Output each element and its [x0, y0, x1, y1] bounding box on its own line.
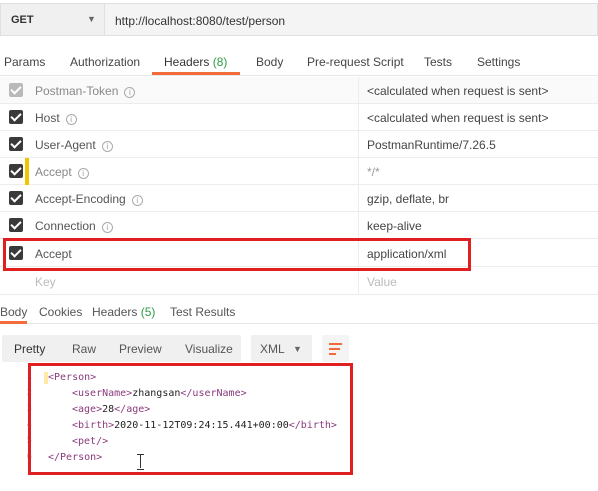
- request-tabs: Params Authorization Headers (8) Body Pr…: [0, 46, 598, 76]
- tab-response-cookies[interactable]: Cookies: [39, 305, 82, 319]
- info-icon: i: [101, 222, 113, 233]
- url-input[interactable]: http://localhost:8080/test/person: [104, 3, 598, 36]
- highlight-box: [3, 238, 471, 271]
- active-tab-indicator: [152, 72, 240, 75]
- header-row: Accept-Encoding i gzip, deflate, br: [0, 185, 598, 212]
- tab-authorization[interactable]: Authorization: [70, 55, 140, 69]
- active-tab-indicator: [0, 321, 27, 324]
- column-divider: [358, 77, 359, 104]
- wrap-lines-button[interactable]: [322, 335, 349, 362]
- tab-headers-label: Headers: [164, 55, 210, 69]
- header-key: Connection i: [35, 219, 113, 233]
- tab-tests[interactable]: Tests: [424, 55, 452, 69]
- info-icon: i: [77, 168, 89, 179]
- chevron-down-icon: ▼: [293, 344, 302, 354]
- view-pretty-button[interactable]: Pretty: [14, 342, 45, 356]
- tab-headers[interactable]: Headers (8): [164, 55, 227, 69]
- column-divider: [358, 185, 359, 212]
- header-row: User-Agent i PostmanRuntime/7.26.5: [0, 131, 598, 158]
- tab-test-results[interactable]: Test Results: [170, 305, 235, 319]
- column-divider: [358, 212, 359, 239]
- header-key-text: Accept: [35, 165, 72, 179]
- header-checkbox[interactable]: [9, 218, 23, 232]
- header-key-text: Connection: [35, 219, 96, 233]
- header-key: Postman-Token i: [35, 84, 136, 98]
- tab-settings[interactable]: Settings: [477, 55, 520, 69]
- info-icon: i: [124, 87, 136, 98]
- info-icon: i: [65, 114, 77, 125]
- header-value: PostmanRuntime/7.26.5: [367, 138, 496, 152]
- info-icon: i: [101, 141, 113, 152]
- tab-response-headers[interactable]: Headers (5): [92, 305, 155, 319]
- header-value-placeholder[interactable]: Value: [367, 275, 397, 289]
- tab-pre-request-script[interactable]: Pre-request Script: [307, 55, 404, 69]
- header-key-placeholder[interactable]: Key: [35, 275, 56, 289]
- header-value: */*: [367, 165, 380, 179]
- tab-headers-count: (8): [212, 55, 228, 69]
- override-indicator: [25, 158, 29, 185]
- highlight-box: [28, 363, 353, 475]
- header-checkbox[interactable]: [9, 110, 23, 124]
- header-row: Connection i keep-alive: [0, 212, 598, 239]
- column-divider: [358, 104, 359, 131]
- tab-response-headers-count: (5): [140, 305, 156, 319]
- response-view-bar: Pretty Raw Preview Visualize XML ▼: [0, 335, 598, 362]
- method-select[interactable]: GET ▼: [0, 3, 104, 36]
- header-value: gzip, deflate, br: [367, 192, 450, 206]
- header-checkbox[interactable]: [9, 83, 23, 97]
- view-preview-button[interactable]: Preview: [119, 342, 162, 356]
- header-checkbox[interactable]: [9, 164, 23, 178]
- header-key: User-Agent i: [35, 138, 113, 152]
- header-key: Accept-Encoding i: [35, 192, 143, 206]
- header-key-text: User-Agent: [35, 138, 96, 152]
- tab-response-body[interactable]: Body: [0, 305, 27, 319]
- view-raw-button[interactable]: Raw: [72, 342, 96, 356]
- response-tabs: Body Cookies Headers (5) Test Results: [0, 300, 598, 324]
- column-divider: [358, 268, 359, 295]
- format-select[interactable]: XML ▼: [251, 335, 312, 362]
- header-value: <calculated when request is sent>: [367, 84, 549, 98]
- view-visualize-button[interactable]: Visualize: [185, 342, 233, 356]
- chevron-down-icon: ▼: [87, 14, 96, 24]
- header-key-text: Accept-Encoding: [35, 192, 126, 206]
- column-divider: [358, 158, 359, 185]
- header-value: <calculated when request is sent>: [367, 111, 549, 125]
- header-row: Host i <calculated when request is sent>: [0, 104, 598, 131]
- header-key: Host i: [35, 111, 77, 125]
- tab-params[interactable]: Params: [4, 55, 45, 69]
- header-row: Accept i */*: [0, 158, 598, 185]
- header-key-text: Postman-Token: [35, 84, 119, 98]
- header-value: keep-alive: [367, 219, 422, 233]
- header-checkbox[interactable]: [9, 137, 23, 151]
- header-key: Accept i: [35, 165, 89, 179]
- request-bar: GET ▼ http://localhost:8080/test/person: [0, 0, 598, 40]
- column-divider: [358, 131, 359, 158]
- url-text: http://localhost:8080/test/person: [115, 14, 286, 28]
- header-row: Postman-Token i <calculated when request …: [0, 77, 598, 104]
- header-key-text: Host: [35, 111, 60, 125]
- view-mode-group: Pretty Raw Preview Visualize: [2, 335, 241, 362]
- info-icon: i: [131, 195, 143, 206]
- method-label: GET: [11, 14, 34, 26]
- format-label: XML: [260, 342, 285, 356]
- header-checkbox[interactable]: [9, 191, 23, 205]
- tab-body[interactable]: Body: [256, 55, 283, 69]
- new-header-row: Key Value: [0, 268, 598, 295]
- tab-response-headers-label: Headers: [92, 305, 138, 319]
